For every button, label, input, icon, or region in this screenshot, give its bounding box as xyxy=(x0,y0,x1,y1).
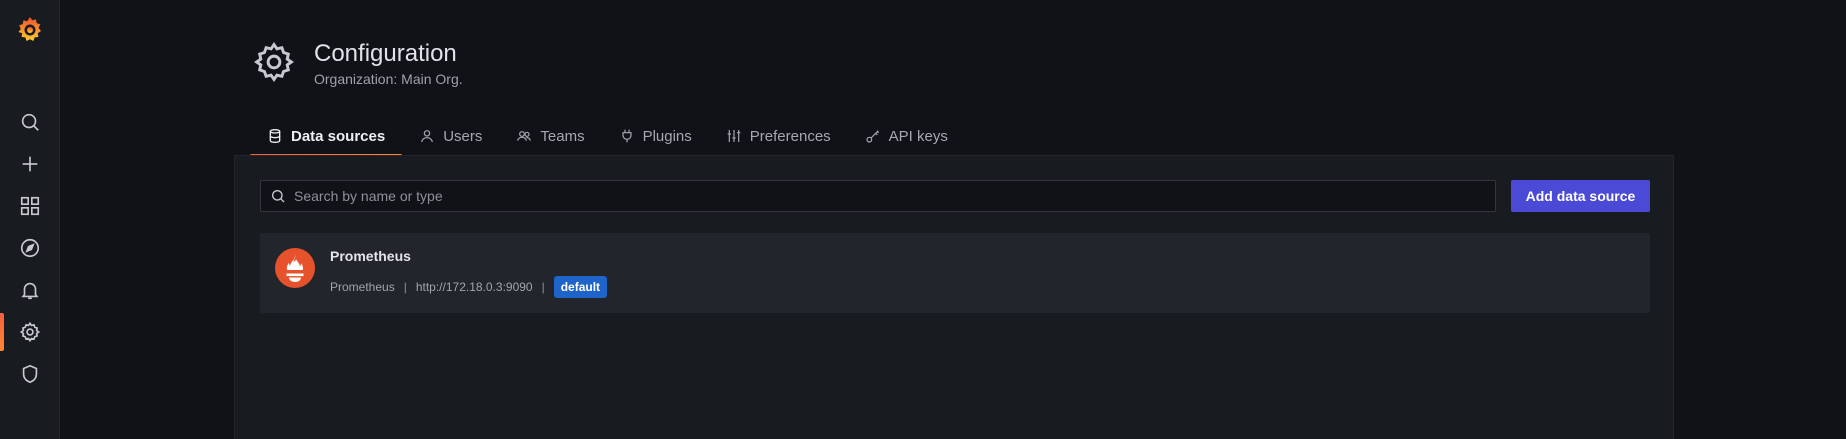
tab-data-sources[interactable]: Data sources xyxy=(250,118,403,157)
tab-label: Data sources xyxy=(291,127,386,145)
compass-icon xyxy=(20,238,40,258)
search-input[interactable] xyxy=(286,181,1495,211)
grafana-logo-icon[interactable] xyxy=(14,14,46,46)
tab-users[interactable]: Users xyxy=(402,118,499,154)
nav-alerting[interactable] xyxy=(0,269,60,311)
nav-configuration[interactable] xyxy=(0,311,60,353)
tab-plugins[interactable]: Plugins xyxy=(602,118,709,154)
sidebar xyxy=(0,0,60,439)
plus-icon xyxy=(22,156,38,172)
datasource-card[interactable]: Prometheus Prometheus | http://172.18.0.… xyxy=(260,233,1650,313)
app-root: Configuration Organization: Main Org. Da… xyxy=(0,0,1846,439)
search-icon xyxy=(21,113,39,131)
datasource-name[interactable]: Prometheus xyxy=(330,248,411,264)
page-subtitle: Organization: Main Org. xyxy=(314,71,463,87)
gear-icon xyxy=(252,40,296,84)
bell-icon xyxy=(21,282,39,300)
shield-icon xyxy=(22,364,38,384)
gear-icon xyxy=(19,321,41,343)
datasources-panel: Add data source Prometheus Prometheus | … xyxy=(234,155,1674,439)
search-box[interactable] xyxy=(260,180,1496,212)
nav-create[interactable] xyxy=(0,143,60,185)
user-icon xyxy=(421,130,434,143)
apps-grid-icon xyxy=(20,196,40,216)
search-icon xyxy=(272,190,285,203)
datasource-url: http://172.18.0.3:9090 xyxy=(415,280,533,294)
default-badge: default xyxy=(553,276,608,298)
datasource-type: Prometheus xyxy=(330,280,395,294)
key-icon xyxy=(866,130,879,143)
nav-server-admin[interactable] xyxy=(0,353,60,395)
tab-label: Plugins xyxy=(642,127,692,145)
tab-label: Preferences xyxy=(749,127,831,145)
tab-teams[interactable]: Teams xyxy=(499,118,601,154)
nav-search[interactable] xyxy=(0,101,60,143)
tab-label: API keys xyxy=(888,127,948,145)
tab-bar: Data sources Users Teams Plugins Prefere… xyxy=(250,118,965,157)
prometheus-icon xyxy=(275,248,315,288)
tab-api-keys[interactable]: API keys xyxy=(848,118,965,154)
meta-separator: | xyxy=(403,280,407,294)
plug-icon xyxy=(621,129,632,143)
page-title: Configuration xyxy=(314,40,457,67)
tab-preferences[interactable]: Preferences xyxy=(709,118,848,154)
meta-separator: | xyxy=(541,280,545,294)
nav-dashboards[interactable] xyxy=(0,185,60,227)
tab-label: Teams xyxy=(540,127,585,145)
datasource-meta: Prometheus | http://172.18.0.3:9090 | de… xyxy=(330,275,608,299)
nav-explore[interactable] xyxy=(0,227,60,269)
database-icon xyxy=(269,129,281,144)
tab-label: Users xyxy=(443,127,483,145)
users-icon xyxy=(517,131,532,141)
add-data-source-button[interactable]: Add data source xyxy=(1511,180,1650,212)
sliders-icon xyxy=(727,130,741,142)
